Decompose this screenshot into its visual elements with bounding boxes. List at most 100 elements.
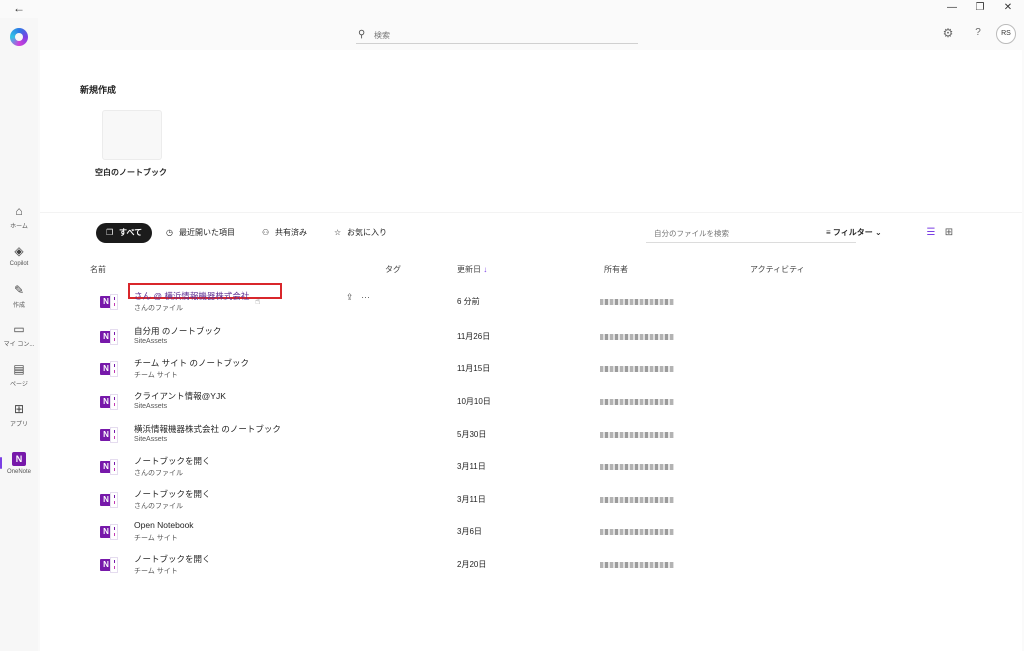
search-input[interactable] bbox=[374, 26, 632, 44]
owner-blurred bbox=[600, 562, 674, 568]
global-search[interactable]: ⚲ bbox=[356, 26, 638, 44]
rail-item-apps[interactable]: ⊞ アプリ bbox=[0, 402, 38, 436]
filter-lines-icon: ≡ bbox=[826, 228, 831, 237]
rail-item-label: アプリ bbox=[9, 422, 28, 428]
star-icon: ☆ bbox=[334, 228, 342, 237]
modified-date: 11月15日 bbox=[457, 364, 491, 373]
onenote-notebook-icon: N bbox=[100, 394, 118, 410]
table-row[interactable]: N クライアント情報@YJK SiteAssets 10月10日 bbox=[90, 386, 990, 418]
notebook-title[interactable]: ノートブックを開く bbox=[134, 488, 211, 500]
onenote-icon: N bbox=[12, 452, 26, 466]
more-options-icon[interactable]: ··· bbox=[361, 292, 370, 302]
notebook-location: SiteAssets bbox=[134, 338, 168, 345]
folder-icon: ▭ bbox=[13, 322, 25, 336]
rail-item-copilot[interactable]: ◈ Copilot bbox=[0, 244, 38, 278]
share-icon[interactable]: ⇪ bbox=[346, 292, 354, 302]
modified-date: 3月11日 bbox=[457, 495, 486, 504]
rail-item-create[interactable]: ✎ 作成 bbox=[0, 283, 38, 317]
notebook-title[interactable]: さん @ 横浜情報機器株式会社 bbox=[134, 290, 249, 302]
rail-item-label: 作成 bbox=[12, 303, 25, 309]
chip-label: すべて bbox=[119, 228, 143, 237]
notebook-location: チーム サイト bbox=[134, 372, 178, 379]
filter-chip-all[interactable]: ❐ すべて bbox=[96, 223, 152, 243]
notebook-location: さんのファイル bbox=[134, 305, 183, 312]
stack-icon: ❐ bbox=[106, 228, 114, 237]
table-row[interactable]: N さん @ 横浜情報機器株式会社 さんのファイル ☝ ⇪ ··· 6 分前 bbox=[90, 283, 990, 318]
notebook-title[interactable]: ノートブックを開く bbox=[134, 553, 211, 565]
minimize-button[interactable]: — bbox=[944, 1, 960, 15]
notebook-location: チーム サイト bbox=[134, 535, 178, 542]
blank-notebook-card[interactable] bbox=[102, 110, 162, 160]
onenote-notebook-icon: N bbox=[100, 361, 118, 377]
notebook-title[interactable]: 横浜情報機器株式会社 のノートブック bbox=[134, 423, 281, 435]
filter-button[interactable]: ≡ フィルター ⌄ bbox=[826, 223, 882, 243]
onenote-notebook-icon: N bbox=[100, 557, 118, 573]
table-row[interactable]: N 自分用 のノートブック SiteAssets 11月26日 bbox=[90, 321, 990, 353]
sort-arrow-icon: ↓ bbox=[483, 265, 488, 274]
table-row[interactable]: N ノートブックを開く さんのファイル 3月11日 bbox=[90, 451, 990, 483]
file-search-input[interactable] bbox=[646, 223, 856, 244]
onenote-notebook-icon: N bbox=[100, 294, 118, 310]
rail-item-home[interactable]: ⌂ ホーム bbox=[0, 204, 38, 238]
top-bar: ⚲ ⚙ ? RS bbox=[38, 18, 1024, 50]
table-row[interactable]: N ノートブックを開く チーム サイト 2月20日 bbox=[90, 549, 990, 581]
table-row[interactable]: N 横浜情報機器株式会社 のノートブック SiteAssets 5月30日 bbox=[90, 419, 990, 451]
notebook-title[interactable]: 自分用 のノートブック bbox=[134, 325, 221, 337]
owner-blurred bbox=[600, 529, 674, 535]
clock-icon: ◷ bbox=[166, 228, 173, 237]
notebook-location: SiteAssets bbox=[134, 436, 168, 443]
notebook-title[interactable]: クライアント情報@YJK bbox=[134, 390, 226, 402]
people-icon: ⚇ bbox=[262, 228, 270, 237]
blank-notebook-label[interactable]: 空白のノートブック bbox=[95, 167, 167, 178]
column-header-activity[interactable]: アクティビティ bbox=[750, 264, 805, 275]
table-row[interactable]: N Open Notebook チーム サイト 3月6日 bbox=[90, 516, 990, 548]
pen-icon: ✎ bbox=[13, 283, 25, 297]
grid-view-icon[interactable]: ⊞ bbox=[942, 226, 956, 240]
notebook-location: さんのファイル bbox=[134, 470, 183, 477]
owner-blurred bbox=[600, 399, 674, 405]
modified-date: 3月6日 bbox=[457, 527, 482, 536]
rail-item-label: OneNote bbox=[6, 469, 31, 475]
rail-item-onenote[interactable]: N OneNote bbox=[0, 452, 38, 486]
new-section-title: 新規作成 bbox=[80, 85, 117, 95]
owner-blurred bbox=[600, 299, 674, 305]
table-row[interactable]: N ノートブックを開く さんのファイル 3月11日 bbox=[90, 484, 990, 516]
owner-blurred bbox=[600, 497, 674, 503]
back-arrow-icon[interactable]: ← bbox=[10, 0, 28, 16]
column-header-modified[interactable]: 更新日 ↓ bbox=[457, 264, 487, 275]
close-button[interactable]: ✕ bbox=[1000, 1, 1016, 15]
list-view-icon[interactable]: ☰ bbox=[924, 226, 938, 240]
rail-item-label: ページ bbox=[10, 382, 28, 388]
chip-label: お気に入り bbox=[347, 228, 387, 237]
rail-item-label: Copilot bbox=[9, 261, 29, 267]
owner-blurred bbox=[600, 432, 674, 438]
microsoft-365-logo-icon[interactable] bbox=[10, 28, 28, 46]
home-icon: ⌂ bbox=[15, 204, 23, 218]
gear-icon[interactable]: ⚙ bbox=[941, 26, 955, 40]
restore-button[interactable]: ❐ bbox=[972, 1, 988, 15]
avatar[interactable]: RS bbox=[996, 24, 1016, 44]
title-bar: ← — ❐ ✕ bbox=[0, 0, 1024, 18]
column-header-name[interactable]: 名前 bbox=[90, 264, 106, 275]
column-header-owner[interactable]: 所有者 bbox=[604, 264, 628, 275]
main-content: 新規作成 空白のノートブック ❐ すべて ◷ 最近開いた項目 ⚇ 共有済み ☆ お気に入… bbox=[40, 50, 1022, 651]
notebook-title[interactable]: チーム サイト のノートブック bbox=[134, 357, 249, 369]
notebook-title[interactable]: ノートブックを開く bbox=[134, 455, 211, 467]
onenote-notebook-icon: N bbox=[100, 459, 118, 475]
filter-chip-recent[interactable]: ◷ 最近開いた項目 bbox=[166, 223, 235, 243]
filter-chip-favorites[interactable]: ☆ お気に入り bbox=[334, 223, 387, 243]
modified-date: 6 分前 bbox=[457, 297, 480, 306]
apps-grid-icon: ⊞ bbox=[13, 402, 25, 416]
page-icon: ▤ bbox=[13, 362, 25, 376]
column-header-tag[interactable]: タグ bbox=[385, 264, 401, 275]
modified-date: 11月26日 bbox=[457, 332, 491, 341]
file-search[interactable] bbox=[646, 223, 856, 244]
filter-bar: ❐ すべて ◷ 最近開いた項目 ⚇ 共有済み ☆ お気に入り ≡ フィルター ⌄ ☰ ⊞ bbox=[96, 223, 966, 245]
notebook-title[interactable]: Open Notebook bbox=[134, 520, 194, 530]
table-row[interactable]: N チーム サイト のノートブック チーム サイト 11月15日 bbox=[90, 353, 990, 385]
rail-item-my-content[interactable]: ▭ マイ コン... bbox=[0, 322, 38, 356]
rail-item-pages[interactable]: ▤ ページ bbox=[0, 362, 38, 396]
modified-date: 2月20日 bbox=[457, 560, 487, 569]
filter-chip-shared[interactable]: ⚇ 共有済み bbox=[262, 223, 307, 243]
help-icon[interactable]: ? bbox=[971, 26, 985, 40]
